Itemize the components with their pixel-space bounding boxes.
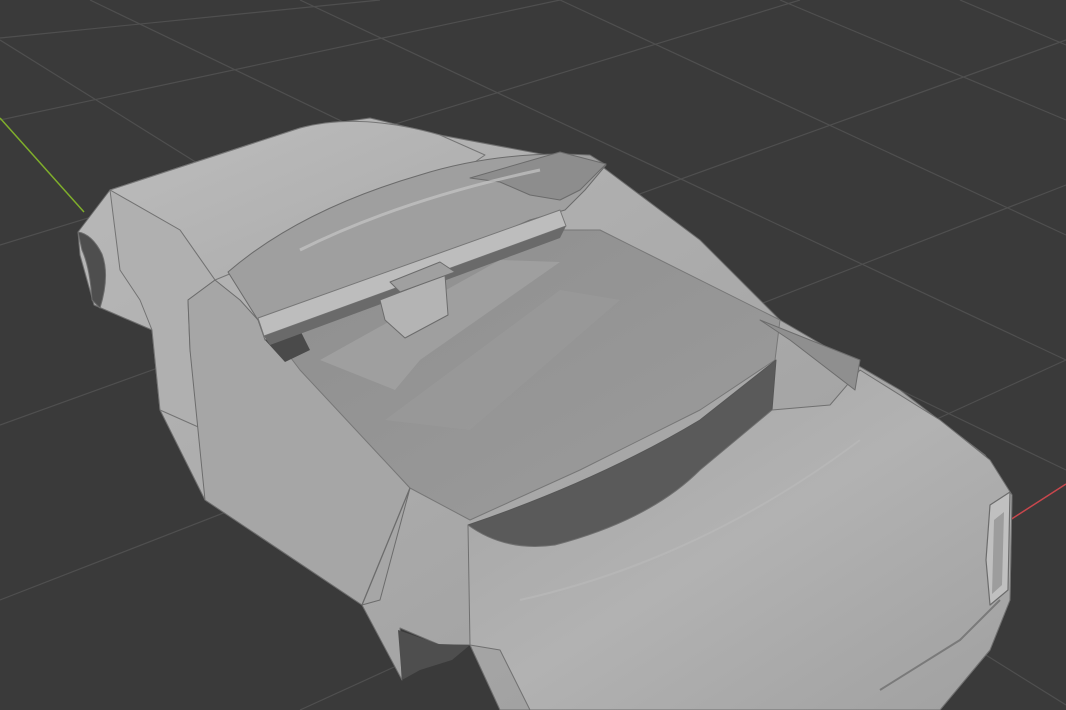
x-axis-line xyxy=(1009,483,1066,521)
y-axis-line xyxy=(0,117,85,213)
3d-viewport[interactable] xyxy=(0,0,1066,710)
car-body-mesh[interactable] xyxy=(77,117,1013,710)
viewport-canvas[interactable] xyxy=(0,0,1066,710)
